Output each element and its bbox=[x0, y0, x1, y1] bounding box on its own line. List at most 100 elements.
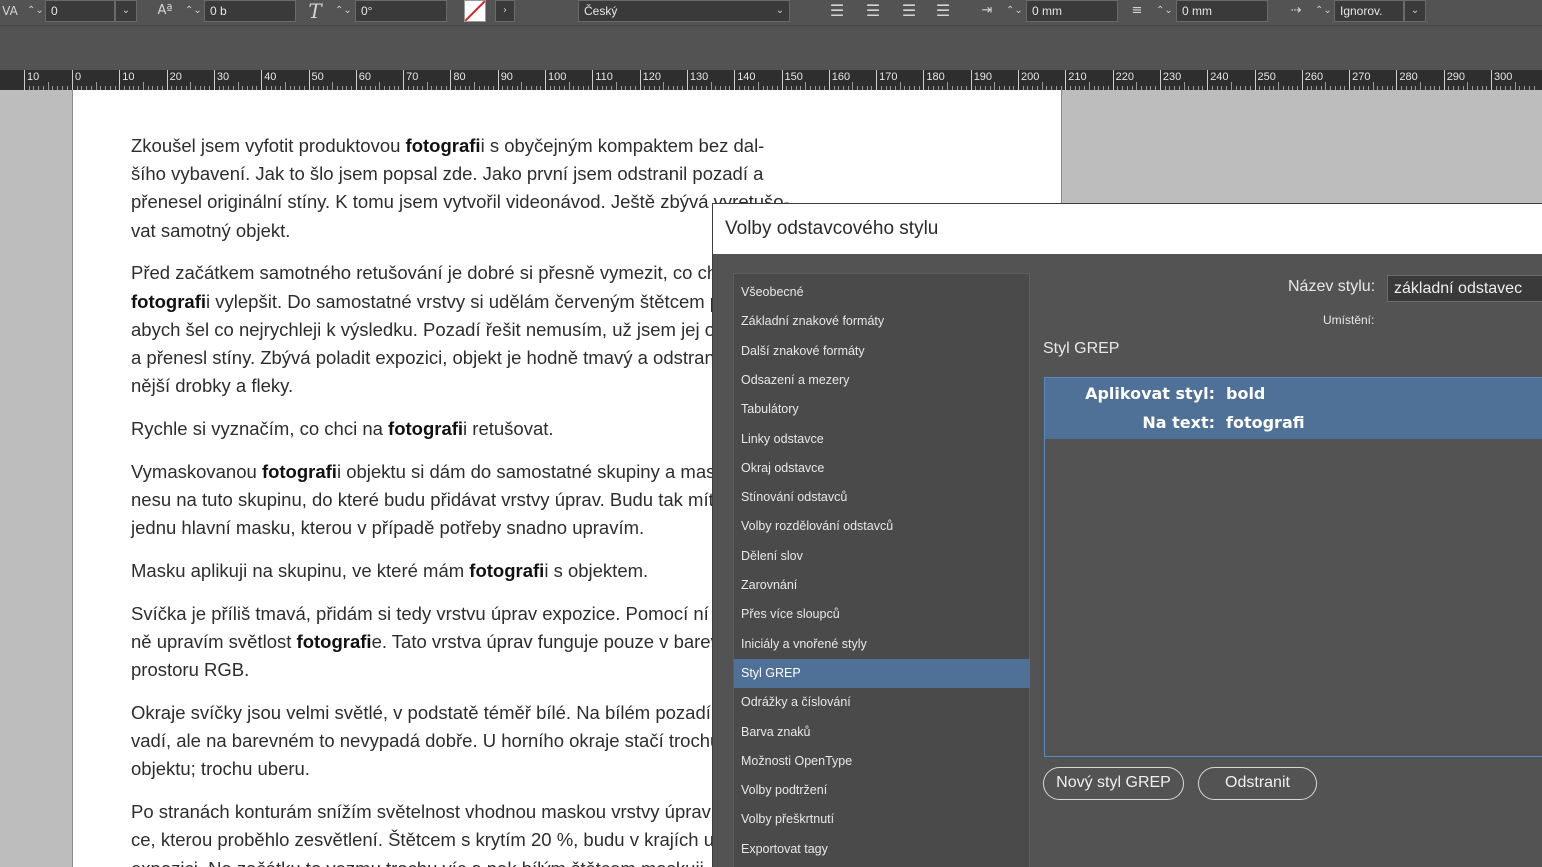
ruler-minor-tick bbox=[1420, 82, 1422, 90]
horizontal-ruler[interactable]: 10 0 10 20 30 40 50 60 70 80 90 100 110 120 130 140 150 1… bbox=[0, 70, 1542, 90]
category-item[interactable]: Volby přeškrtnutí bbox=[734, 805, 1030, 834]
grid-align-icon: ⇢ bbox=[1290, 3, 1302, 18]
category-item[interactable]: Linky odstavce bbox=[734, 425, 1030, 454]
ruler-tick-label: 110 bbox=[595, 71, 613, 83]
category-item[interactable]: Základní znakové formáty bbox=[734, 307, 1030, 336]
ruler-minor-tick bbox=[1136, 82, 1138, 90]
category-item[interactable]: Volby podtržení bbox=[734, 776, 1030, 805]
no-fill-swatch[interactable] bbox=[464, 0, 486, 22]
article-text-run: expozici. Na začátku to vezmu trochu víc… bbox=[131, 858, 709, 867]
left-indent-field[interactable]: 0 mm bbox=[1026, 0, 1118, 22]
article-text-run: Masku aplikuji na skupinu, ve které mám bbox=[131, 560, 470, 582]
ruler-tick-label: 220 bbox=[1115, 71, 1134, 83]
ruler-tick bbox=[355, 70, 357, 90]
ruler-minor-tick bbox=[757, 82, 759, 90]
ruler-tick bbox=[1491, 70, 1492, 90]
ruler-minor-tick bbox=[142, 82, 144, 90]
align-center-icon[interactable]: ☰ bbox=[862, 0, 884, 22]
ruler-minor-tick bbox=[1278, 82, 1280, 90]
category-item[interactable]: Okraj odstavce bbox=[734, 454, 1030, 483]
category-item[interactable]: Stínování odstavců bbox=[734, 483, 1030, 512]
ruler-minor-tick bbox=[852, 82, 854, 90]
ruler-minor-tick bbox=[1372, 82, 1374, 90]
space-after-stepper[interactable]: ⌃⌄ bbox=[1156, 0, 1173, 22]
grep-rule-selected[interactable]: Aplikovat styl: bold Na text: fotografi bbox=[1045, 378, 1542, 439]
ruler-tick bbox=[403, 70, 405, 90]
delete-grep-style-button[interactable]: Odstranit bbox=[1198, 767, 1317, 800]
article-text-run: e. Tato vrstva úprav funguje pouze v bar… bbox=[371, 631, 756, 653]
grep-rule-style-row[interactable]: Aplikovat styl: bold bbox=[1045, 379, 1542, 408]
category-item[interactable]: Tabulátory bbox=[734, 395, 1030, 424]
grid-align-dropdown[interactable]: ⌄ bbox=[1404, 0, 1426, 22]
ruler-tick bbox=[1254, 70, 1256, 90]
ruler-tick bbox=[1112, 70, 1114, 90]
swatch-dropdown[interactable]: › bbox=[495, 0, 515, 22]
category-item[interactable]: Odsazení a mezery bbox=[734, 366, 1030, 395]
article-text-run: vat samotný objekt. bbox=[131, 219, 291, 241]
apply-style-value[interactable]: bold bbox=[1226, 379, 1265, 408]
category-item[interactable]: Dělení slov bbox=[734, 542, 1030, 571]
grep-rules-list[interactable]: Aplikovat styl: bold Na text: fotografi bbox=[1044, 377, 1542, 757]
ruler-tick-label: 240 bbox=[1210, 71, 1229, 83]
category-item[interactable]: Možnosti OpenType bbox=[734, 747, 1030, 776]
ruler-tick-label: 260 bbox=[1304, 71, 1324, 83]
style-name-input[interactable]: základní odstavec bbox=[1387, 275, 1542, 302]
grid-align-select[interactable]: Ignorov. bbox=[1334, 0, 1404, 22]
align-left-icon[interactable]: ☰ bbox=[826, 0, 848, 22]
apply-style-label: Aplikovat styl: bbox=[1085, 384, 1215, 403]
tracking-field[interactable]: 0 bbox=[45, 0, 115, 22]
indesign-window: VA ⌃⌄ 0 ⌄ Aª ⌃⌄ 0 b T ⌃⌄ 0° › Český ⌄ ☰ … bbox=[0, 0, 1542, 867]
skew-stepper[interactable]: ⌃⌄ bbox=[335, 0, 352, 22]
ruler-tick bbox=[686, 70, 688, 90]
article-text-run: Okraje svíčky jsou velmi světlé, v podst… bbox=[131, 702, 764, 724]
tracking-stepper[interactable]: ⌃⌄ bbox=[27, 0, 44, 22]
category-item[interactable]: Volby rozdělování odstavců bbox=[734, 512, 1030, 541]
category-item[interactable]: Styl GREP bbox=[734, 658, 1030, 688]
ruler-minor-tick bbox=[332, 82, 334, 90]
align-justify-all-icon[interactable]: ☰ bbox=[932, 0, 954, 22]
ruler-minor-tick bbox=[1183, 82, 1185, 90]
ruler-minor-tick bbox=[1088, 82, 1090, 90]
article-text-run: přenesel originální stíny. K tomu jsem v… bbox=[131, 191, 790, 213]
category-item[interactable]: Odrážky a číslování bbox=[734, 688, 1030, 717]
paragraph-style-options-dialog: Volby odstavcového stylu Všeobecné Základ… bbox=[712, 203, 1542, 867]
category-item[interactable]: Všeobecné bbox=[734, 278, 1030, 307]
space-after-field[interactable]: 0 mm bbox=[1176, 0, 1268, 22]
new-grep-style-button[interactable]: Nový styl GREP bbox=[1043, 767, 1184, 800]
ruler-tick-label: 270 bbox=[1352, 71, 1371, 83]
tracking-dropdown[interactable]: ⌄ bbox=[115, 0, 137, 22]
grid-align-stepper[interactable]: ⌃⌄ bbox=[1315, 0, 1332, 22]
ruler-minor-tick bbox=[95, 82, 97, 90]
ruler-tick bbox=[261, 70, 263, 90]
article-text-run: prostoru RGB. bbox=[131, 659, 250, 681]
ruler-tick-label: 30 bbox=[216, 71, 230, 83]
ruler-tick bbox=[1349, 70, 1351, 90]
left-indent-stepper[interactable]: ⌃⌄ bbox=[1006, 0, 1023, 22]
article-text-run: i objektu si dám do samostatné skupiny a… bbox=[336, 460, 773, 482]
grep-rule-text-row[interactable]: Na text: fotografi bbox=[1045, 408, 1542, 437]
ruler-tick bbox=[450, 70, 452, 90]
article-text-run: vadí, ale na barevném to nevypadá dobře.… bbox=[131, 730, 768, 752]
category-item[interactable]: Zarovnání bbox=[734, 571, 1030, 600]
category-item[interactable]: Iniciály a vnořené styly bbox=[734, 630, 1030, 659]
align-justify-icon[interactable]: ☰ bbox=[898, 0, 920, 22]
article-text-run: Vymaskovanou bbox=[131, 460, 262, 482]
ruler-minor-tick bbox=[1230, 82, 1232, 90]
ruler-minor-tick bbox=[426, 82, 428, 90]
dialog-title: Volby odstavcového stylu bbox=[713, 204, 1542, 254]
ruler-tick bbox=[734, 70, 736, 90]
category-item[interactable]: Barva znaků bbox=[734, 718, 1030, 747]
ruler-tick bbox=[1018, 70, 1019, 90]
ruler-tick-label: 90 bbox=[500, 71, 513, 83]
no-fill-slash-icon bbox=[464, 0, 486, 22]
language-select[interactable]: Český bbox=[578, 0, 790, 22]
skew-icon: T bbox=[308, 0, 322, 23]
baseline-shift-field[interactable]: 0 b bbox=[204, 0, 296, 22]
category-item[interactable]: Přes více sloupců bbox=[734, 600, 1030, 629]
ruler-minor-tick bbox=[474, 82, 476, 90]
category-item[interactable]: Další znakové formáty bbox=[734, 337, 1030, 366]
baseline-shift-stepper[interactable]: ⌃⌄ bbox=[185, 0, 202, 22]
category-item[interactable]: Exportovat tagy bbox=[734, 835, 1030, 864]
skew-field[interactable]: 0° bbox=[355, 0, 447, 22]
on-text-value[interactable]: fotografi bbox=[1226, 408, 1305, 437]
